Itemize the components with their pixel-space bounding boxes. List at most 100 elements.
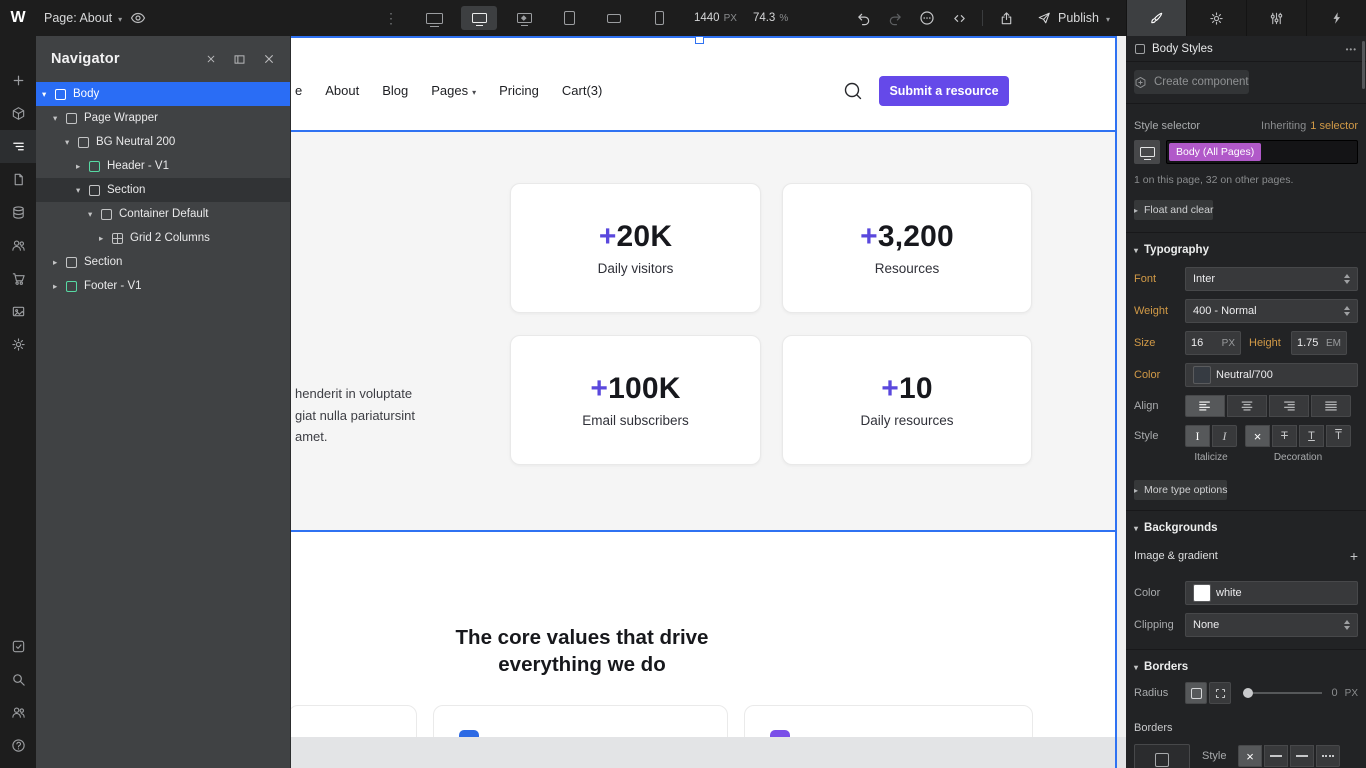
tree-item-section-2[interactable]: Section <box>36 250 290 274</box>
radius-value[interactable]: 0 <box>1332 687 1338 699</box>
tree-item-footer-v1[interactable]: Footer - V1 <box>36 274 290 298</box>
stat-card-daily-visitors[interactable]: +20K Daily visitors <box>510 183 761 313</box>
create-component-button[interactable]: Create component <box>1134 70 1249 94</box>
collapse-all-icon[interactable] <box>206 54 216 64</box>
nav-link-cart[interactable]: Cart(3) <box>562 83 602 98</box>
close-icon[interactable] <box>263 53 275 65</box>
redo-button[interactable] <box>882 5 908 31</box>
selector-scope-toggle[interactable] <box>1134 140 1160 164</box>
breakpoint-phone-portrait-button[interactable] <box>641 6 677 30</box>
radius-all-corners-button[interactable] <box>1185 682 1207 704</box>
radius-individual-corners-button[interactable] <box>1209 682 1231 704</box>
float-clear-section-toggle[interactable]: Float and clear <box>1134 200 1213 220</box>
tree-item-bg-neutral-200[interactable]: BG Neutral 200 <box>36 130 290 154</box>
border-none-button[interactable] <box>1238 745 1262 767</box>
selector-input[interactable]: Body (All Pages) <box>1166 140 1358 164</box>
selection-handle[interactable] <box>695 36 704 44</box>
radius-unit[interactable]: PX <box>1345 688 1358 699</box>
stats-paragraph[interactable]: henderit in voluptate giat nulla pariatu… <box>295 383 415 448</box>
overline-button[interactable] <box>1326 425 1351 447</box>
expand-caret-icon[interactable] <box>53 281 66 292</box>
font-size-input[interactable]: 16 PX <box>1185 331 1241 355</box>
expand-caret-icon[interactable] <box>42 89 55 100</box>
more-options-icon[interactable] <box>914 5 940 31</box>
expand-caret-icon[interactable] <box>65 137 78 148</box>
strikethrough-button[interactable] <box>1272 425 1297 447</box>
expand-caret-icon[interactable] <box>99 233 112 244</box>
add-elements-icon[interactable] <box>0 64 36 97</box>
weight-select[interactable]: 400 - Normal <box>1185 299 1358 323</box>
expand-caret-icon[interactable] <box>76 185 89 196</box>
design-canvas[interactable]: e About Blog Pages Pricing Cart(3) Submi… <box>291 36 1126 768</box>
stats-section[interactable]: henderit in voluptate giat nulla pariatu… <box>291 130 1117 531</box>
panel-menu-icon[interactable] <box>1346 43 1357 55</box>
underline-button[interactable] <box>1299 425 1324 447</box>
page-body[interactable]: e About Blog Pages Pricing Cart(3) Submi… <box>291 38 1117 768</box>
align-right-button[interactable] <box>1269 395 1309 417</box>
breakpoint-desktop-base-button[interactable] <box>506 6 542 30</box>
stat-card-daily-resources[interactable]: +10 Daily resources <box>782 335 1032 465</box>
dock-panel-icon[interactable] <box>233 53 246 66</box>
nav-link-about[interactable]: About <box>325 83 359 98</box>
share-export-icon[interactable] <box>993 5 1019 31</box>
nav-link[interactable]: e <box>295 83 302 98</box>
expand-caret-icon[interactable] <box>53 113 66 124</box>
align-justify-button[interactable] <box>1311 395 1351 417</box>
navigator-icon[interactable] <box>0 130 36 163</box>
align-center-button[interactable] <box>1227 395 1267 417</box>
tree-item-page-wrapper[interactable]: Page Wrapper <box>36 106 290 130</box>
add-background-button[interactable] <box>1350 548 1358 564</box>
expand-caret-icon[interactable] <box>76 161 89 172</box>
clipping-select[interactable]: None <box>1185 613 1358 637</box>
tree-item-header-v1[interactable]: Header - V1 <box>36 154 290 178</box>
border-dashed-button[interactable] <box>1290 745 1314 767</box>
components-icon[interactable] <box>0 97 36 130</box>
slider-knob[interactable] <box>1243 688 1253 698</box>
tree-item-grid-2-columns[interactable]: Grid 2 Columns <box>36 226 290 250</box>
nav-link-pages[interactable]: Pages <box>431 83 476 98</box>
align-left-button[interactable] <box>1185 395 1225 417</box>
line-height-input[interactable]: 1.75 EM <box>1291 331 1347 355</box>
pages-icon[interactable] <box>0 163 36 196</box>
color-swatch[interactable] <box>1193 366 1211 384</box>
assets-icon[interactable] <box>0 295 36 328</box>
core-values-heading[interactable]: The core values that drive everything we… <box>382 624 782 678</box>
site-header[interactable]: e About Blog Pages Pricing Cart(3) Submi… <box>291 38 1117 130</box>
site-search-icon[interactable] <box>842 80 864 102</box>
help-icon[interactable] <box>0 729 36 762</box>
core-values-section[interactable]: The core values that drive everything we… <box>291 531 1117 768</box>
breakpoint-phone-landscape-button[interactable] <box>596 6 632 30</box>
search-icon[interactable] <box>0 663 36 696</box>
code-export-icon[interactable] <box>946 5 972 31</box>
nav-link-blog[interactable]: Blog <box>382 83 408 98</box>
undo-button[interactable] <box>850 5 876 31</box>
settings-icon[interactable] <box>0 328 36 361</box>
border-sides-selector[interactable] <box>1134 744 1190 768</box>
settings-panel-tab[interactable] <box>1186 0 1246 36</box>
borders-section-header[interactable]: Borders <box>1126 658 1366 676</box>
expand-caret-icon[interactable] <box>53 257 66 268</box>
selector-tag[interactable]: Body (All Pages) <box>1169 143 1261 161</box>
stat-card-email-subscribers[interactable]: +100K Email subscribers <box>510 335 761 465</box>
cms-icon[interactable] <box>0 196 36 229</box>
italic-off-button[interactable] <box>1185 425 1210 447</box>
font-select[interactable]: Inter <box>1185 267 1358 291</box>
style-manager-tab[interactable] <box>1246 0 1306 36</box>
collaborators-icon[interactable] <box>0 696 36 729</box>
decoration-none-button[interactable] <box>1245 425 1270 447</box>
stat-card-resources[interactable]: +3,200 Resources <box>782 183 1032 313</box>
breakpoint-tablet-button[interactable] <box>551 6 587 30</box>
expand-caret-icon[interactable] <box>88 209 101 220</box>
page-picker[interactable]: Page: About <box>44 0 122 36</box>
nav-link-pricing[interactable]: Pricing <box>499 83 539 98</box>
publish-button[interactable]: Publish <box>1037 11 1110 25</box>
tree-item-body[interactable]: Body <box>36 82 290 106</box>
border-solid-button[interactable] <box>1264 745 1288 767</box>
submit-resource-button[interactable]: Submit a resource <box>879 76 1009 106</box>
preview-toggle-icon[interactable] <box>130 10 146 26</box>
tree-item-container-default[interactable]: Container Default <box>36 202 290 226</box>
breakpoint-1920-button[interactable] <box>416 6 452 30</box>
breakpoint-1440-button[interactable] <box>461 6 497 30</box>
border-dotted-button[interactable] <box>1316 745 1340 767</box>
zoom-value[interactable]: 74.3 <box>753 12 775 24</box>
